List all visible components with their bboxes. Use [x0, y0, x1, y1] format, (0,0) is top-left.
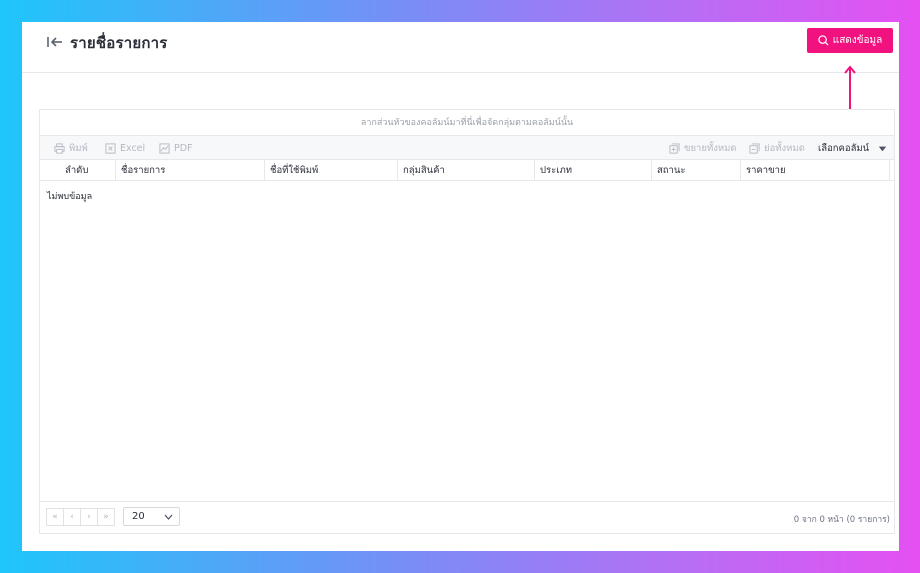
prev-page-button[interactable]: ‹: [63, 508, 81, 526]
grid-toolbar: พิมพ์ Excel PDF ขยายทั้งหมด ย่อทั้งหมด เ…: [40, 136, 894, 160]
expand-icon: [669, 142, 680, 154]
page-info: 0 จาก 0 หน้า (0 รายการ): [793, 515, 890, 525]
page-title: รายชื่อรายการ: [70, 34, 168, 52]
first-page-button[interactable]: «: [46, 508, 64, 526]
column-chooser-dropdown[interactable]: เลือกคอลัมน์: [818, 136, 888, 160]
pager: « ‹ › »: [46, 508, 115, 526]
header: รายชื่อรายการ แสดงข้อมูล: [22, 22, 899, 73]
page-size-value: 20: [132, 511, 145, 522]
column-header[interactable]: ลำดับ: [40, 160, 116, 181]
column-header[interactable]: ประเภท: [535, 160, 652, 181]
collapse-all-button[interactable]: ย่อทั้งหมด: [749, 136, 805, 160]
group-panel[interactable]: ลากส่วนหัวของคอลัมน์มาที่นี่เพื่อจัดกลุ่…: [40, 110, 894, 136]
column-chooser-label: เลือกคอลัมน์: [818, 142, 870, 154]
column-header[interactable]: สถานะ: [652, 160, 741, 181]
column-header[interactable]: ชื่อที่ใช้พิมพ์: [265, 160, 398, 181]
excel-label: Excel: [120, 142, 146, 154]
print-label: พิมพ์: [69, 142, 88, 154]
collapse-left-icon[interactable]: [46, 34, 64, 50]
printer-icon: [54, 142, 65, 154]
column-header[interactable]: กลุ่มสินค้า: [398, 160, 535, 181]
empty-message: ไม่พบข้อมูล: [47, 192, 93, 202]
grid-footer: « ‹ › » 20 0 จาก 0 หน้า (0 รายการ): [40, 501, 894, 533]
chevron-down-icon: [164, 514, 173, 520]
column-header[interactable]: ชื่อรายการ: [116, 160, 265, 181]
expand-all-label: ขยายทั้งหมด: [684, 142, 737, 154]
pdf-button[interactable]: PDF: [159, 136, 193, 160]
table-header: ลำดับ ชื่อรายการ ชื่อที่ใช้พิมพ์ กลุ่มสิ…: [40, 160, 894, 181]
show-data-label: แสดงข้อมูล: [832, 35, 883, 46]
page-size-select[interactable]: 20: [123, 507, 180, 526]
collapse-all-label: ย่อทั้งหมด: [764, 142, 805, 154]
pdf-icon: [159, 142, 170, 154]
print-button[interactable]: พิมพ์: [54, 136, 88, 160]
column-header[interactable]: ราคาขาย: [741, 160, 890, 181]
data-grid: ลากส่วนหัวของคอลัมน์มาที่นี่เพื่อจัดกลุ่…: [39, 109, 895, 534]
excel-button[interactable]: Excel: [105, 136, 145, 160]
pdf-label: PDF: [174, 142, 193, 154]
excel-icon: [105, 142, 116, 154]
last-page-button[interactable]: »: [97, 508, 115, 526]
show-data-button[interactable]: แสดงข้อมูล: [807, 28, 893, 53]
app-window: รายชื่อรายการ แสดงข้อมูล ลากส่วนหัวของคอ…: [22, 22, 899, 551]
caret-down-icon: [879, 146, 887, 151]
next-page-button[interactable]: ›: [80, 508, 98, 526]
collapse-icon: [749, 142, 760, 154]
search-icon: [818, 35, 829, 46]
expand-all-button[interactable]: ขยายทั้งหมด: [669, 136, 737, 160]
